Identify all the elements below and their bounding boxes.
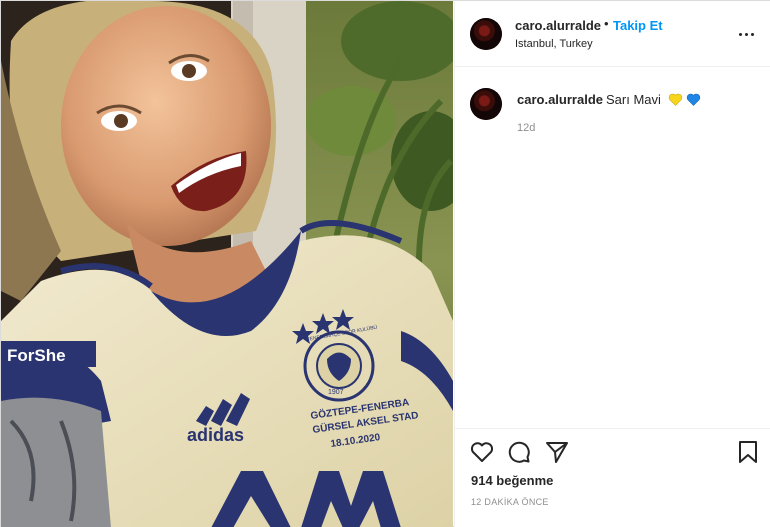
yellow-heart-icon — [668, 93, 682, 106]
instagram-post: ForShe adidas 1907 GÖZTEPE-FENERBA GÜRSE… — [0, 0, 770, 527]
post-header: caro.alurralde • Takip Et Istanbul, Turk… — [455, 1, 770, 67]
share-icon[interactable] — [544, 439, 570, 465]
caption-time[interactable]: 12d — [517, 122, 535, 134]
blue-heart-icon — [686, 93, 700, 106]
post-photo[interactable]: ForShe adidas 1907 GÖZTEPE-FENERBA GÜRSE… — [1, 1, 453, 527]
author-username[interactable]: caro.alurralde — [515, 18, 601, 33]
sleeve-text: ForShe — [7, 346, 66, 365]
caption-username[interactable]: caro.alurralde — [517, 92, 603, 107]
separator-dot: • — [604, 16, 609, 31]
caption-avatar[interactable] — [470, 88, 502, 120]
likes-count[interactable]: 914 beğenme — [471, 473, 553, 488]
follow-button[interactable]: Takip Et — [613, 18, 663, 33]
action-bar: 914 beğenme 12 DAKİKA ÖNCE — [455, 428, 770, 527]
author-avatar[interactable] — [470, 18, 502, 50]
heart-icon[interactable] — [469, 439, 495, 465]
caption-text: Sarı Mavi — [606, 92, 661, 107]
selfie-image: ForShe adidas 1907 GÖZTEPE-FENERBA GÜRSE… — [1, 1, 453, 527]
bookmark-icon[interactable] — [735, 439, 761, 465]
posted-ago[interactable]: 12 DAKİKA ÖNCE — [471, 497, 549, 507]
post-location[interactable]: Istanbul, Turkey — [515, 38, 593, 50]
comment-icon[interactable] — [506, 439, 532, 465]
post-side-panel: caro.alurralde • Takip Et Istanbul, Turk… — [454, 1, 770, 527]
crest-year: 1907 — [328, 389, 344, 396]
brand-text: adidas — [187, 425, 244, 445]
more-horizontal-icon[interactable] — [738, 25, 756, 43]
caption-line: caro.alurralde Sarı Mavi — [517, 92, 701, 107]
